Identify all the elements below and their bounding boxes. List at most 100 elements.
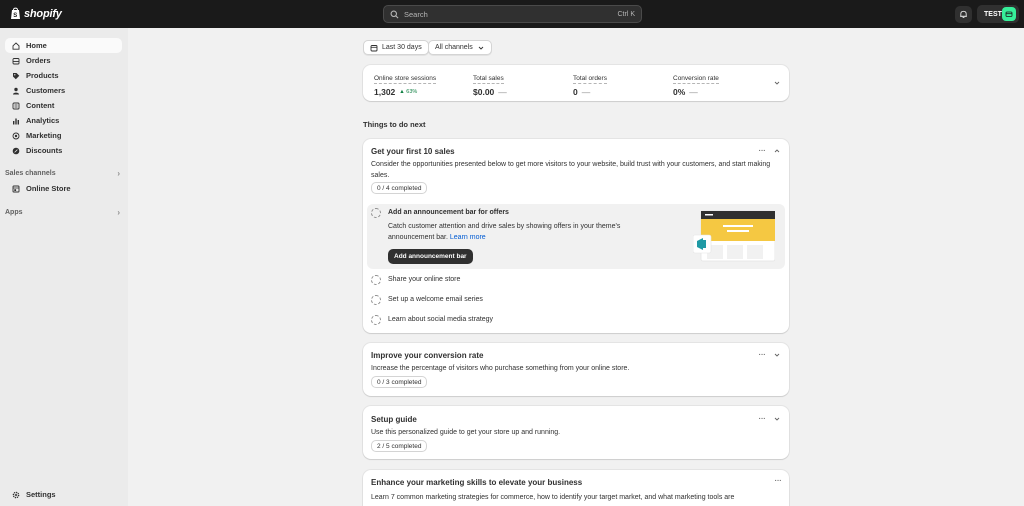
task-description-text: Catch customer attention and drive sales… bbox=[388, 223, 621, 241]
task-checkbox[interactable] bbox=[371, 275, 381, 285]
store-menu-button[interactable]: TEST bbox=[977, 5, 1019, 23]
sidebar-item-home[interactable]: Home bbox=[5, 38, 122, 53]
metric-value: 0% bbox=[673, 87, 686, 97]
chevron-right-icon: › bbox=[117, 208, 120, 217]
bar-chart-icon bbox=[13, 118, 19, 124]
task-title[interactable]: Learn about social media strategy bbox=[388, 316, 493, 323]
metric-label: Conversion rate bbox=[673, 75, 719, 84]
things-to-do-heading: Things to do next bbox=[363, 120, 426, 129]
chevron-down-icon bbox=[478, 46, 484, 50]
metric-change: — bbox=[689, 87, 698, 97]
task-checkbox[interactable] bbox=[371, 315, 381, 325]
metric-change: — bbox=[498, 87, 507, 97]
card-actions: ··· bbox=[758, 414, 781, 424]
apps-label: Apps bbox=[5, 209, 23, 216]
card-actions: ··· bbox=[758, 146, 781, 156]
notifications-button[interactable] bbox=[955, 6, 972, 23]
add-announcement-bar-button[interactable]: Add announcement bar bbox=[388, 249, 473, 264]
calendar-icon bbox=[370, 44, 378, 51]
task-checkbox[interactable] bbox=[371, 208, 381, 218]
metric-change-value: 63% bbox=[406, 89, 418, 95]
progress-badge: 0 / 3 completed bbox=[371, 376, 428, 388]
sidebar-item-label: Home bbox=[26, 41, 47, 50]
sidebar-item-orders[interactable]: Orders bbox=[5, 53, 122, 68]
sidebar-item-products[interactable]: Products bbox=[5, 68, 122, 83]
learn-more-link[interactable]: Learn more bbox=[450, 234, 486, 241]
more-options-icon[interactable]: ··· bbox=[758, 350, 766, 360]
svg-text:S: S bbox=[13, 13, 17, 19]
conversion-card: Improve your conversion rate ··· Increas… bbox=[363, 343, 789, 396]
card-title: Enhance your marketing skills to elevate… bbox=[371, 478, 583, 487]
chevron-up-icon[interactable] bbox=[773, 147, 781, 155]
card-actions: ··· bbox=[774, 476, 782, 486]
sidebar-item-marketing[interactable]: Marketing bbox=[5, 128, 122, 143]
sidebar-item-analytics[interactable]: Analytics bbox=[5, 113, 122, 128]
task-title[interactable]: Share your online store bbox=[388, 276, 460, 283]
chevron-down-icon[interactable] bbox=[773, 351, 781, 359]
chevron-down-icon[interactable] bbox=[773, 415, 781, 423]
store-avatar bbox=[1002, 7, 1016, 21]
channels-label: All channels bbox=[435, 44, 473, 51]
date-range-label: Last 30 days bbox=[382, 44, 422, 51]
sidebar-item-label: Settings bbox=[26, 490, 56, 499]
content-icon bbox=[12, 102, 20, 109]
shopify-bag-icon: S bbox=[11, 7, 20, 19]
progress-badge: 2 / 5 completed bbox=[371, 440, 428, 452]
more-options-icon[interactable]: ··· bbox=[758, 414, 766, 424]
sidebar-item-label: Online Store bbox=[26, 184, 71, 193]
metric-total-orders[interactable]: Total orders 0 — bbox=[573, 73, 607, 97]
person-icon bbox=[13, 87, 19, 94]
sidebar-item-label: Customers bbox=[26, 86, 66, 95]
search-icon bbox=[390, 10, 399, 18]
sales-channels-section[interactable]: Sales channels › bbox=[5, 169, 122, 178]
setup-guide-card: Setup guide ··· Use this personalized gu… bbox=[363, 406, 789, 459]
sidebar: Home Orders Products Customers Content A… bbox=[0, 28, 128, 506]
arrow-up-icon: ▲ bbox=[399, 89, 405, 95]
chevron-right-icon: › bbox=[117, 169, 120, 178]
more-options-icon[interactable]: ··· bbox=[758, 146, 766, 156]
sidebar-item-discounts[interactable]: Discounts bbox=[5, 143, 122, 158]
channels-filter[interactable]: All channels bbox=[428, 40, 492, 55]
sidebar-item-online-store[interactable]: Online Store bbox=[5, 181, 122, 196]
sidebar-item-settings[interactable]: Settings bbox=[5, 487, 122, 502]
chevron-down-icon[interactable] bbox=[773, 79, 781, 87]
search-bar[interactable]: Search Ctrl K bbox=[383, 5, 642, 23]
online-store-icon bbox=[12, 185, 20, 192]
card-title: Get your first 10 sales bbox=[371, 147, 455, 156]
top-bar: S shopify Search Ctrl K TEST bbox=[0, 0, 1024, 28]
metric-change: — bbox=[581, 87, 591, 97]
metric-label: Online store sessions bbox=[374, 75, 437, 84]
announcement-bar-illustration bbox=[693, 210, 775, 262]
gear-icon bbox=[12, 491, 20, 498]
card-title: Improve your conversion rate bbox=[371, 351, 484, 360]
sidebar-item-label: Products bbox=[26, 71, 59, 80]
sidebar-item-label: Marketing bbox=[26, 131, 62, 140]
card-title: Setup guide bbox=[371, 415, 417, 424]
card-description: Learn 7 common marketing strategies for … bbox=[371, 494, 735, 501]
shopify-logo[interactable]: S shopify bbox=[10, 7, 62, 20]
metric-sessions[interactable]: Online store sessions 1,302 ▲ 63% bbox=[374, 73, 437, 97]
tag-icon bbox=[13, 72, 20, 79]
sidebar-item-label: Discounts bbox=[26, 146, 63, 155]
search-shortcut: Ctrl K bbox=[617, 10, 636, 18]
metric-total-sales[interactable]: Total sales $0.00 — bbox=[473, 73, 507, 97]
store-name: TEST bbox=[984, 10, 1002, 18]
card-description: Consider the opportunities presented bel… bbox=[371, 161, 771, 179]
card-description: Increase the percentage of visitors who … bbox=[371, 365, 630, 372]
date-range-filter[interactable]: Last 30 days bbox=[363, 40, 429, 55]
sidebar-item-content[interactable]: Content bbox=[5, 98, 122, 113]
main-content: Last 30 days All channels Online store s… bbox=[128, 28, 1024, 506]
progress-badge: 0 / 4 completed bbox=[371, 182, 428, 194]
first-sales-card: Get your first 10 sales ··· Consider the… bbox=[363, 139, 789, 333]
task-checkbox[interactable] bbox=[371, 295, 381, 305]
sidebar-item-customers[interactable]: Customers bbox=[5, 83, 122, 98]
task-title[interactable]: Add an announcement bar for offers bbox=[388, 209, 509, 216]
more-options-icon[interactable]: ··· bbox=[774, 476, 782, 486]
metric-value: $0.00 bbox=[473, 87, 495, 97]
metric-conversion-rate[interactable]: Conversion rate 0% — bbox=[673, 73, 719, 97]
target-icon bbox=[12, 132, 20, 139]
metric-label: Total orders bbox=[573, 75, 607, 84]
task-title[interactable]: Set up a welcome email series bbox=[388, 296, 483, 303]
sidebar-item-label: Content bbox=[26, 101, 55, 110]
apps-section[interactable]: Apps › bbox=[5, 208, 122, 217]
